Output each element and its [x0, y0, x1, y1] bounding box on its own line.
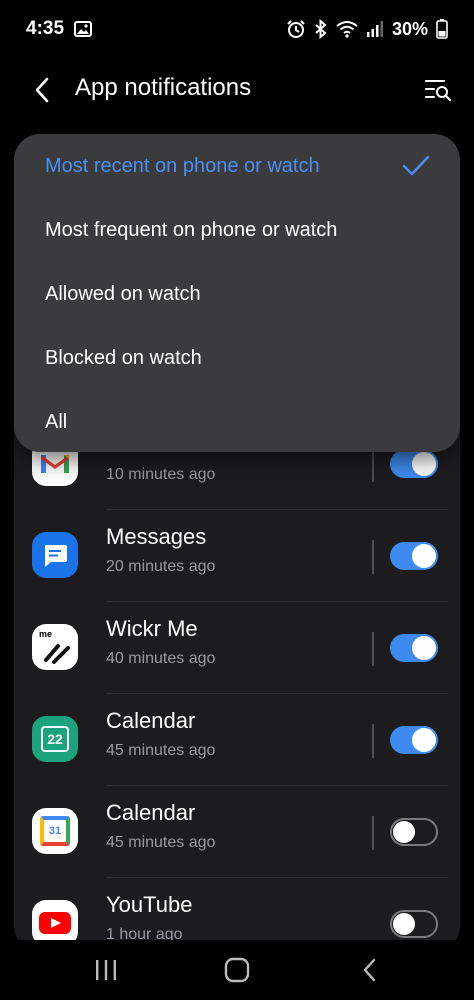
checkmark-icon [402, 155, 430, 176]
row-separator [372, 816, 374, 850]
battery-icon [436, 19, 448, 39]
toggle-knob [412, 452, 436, 476]
status-bar: 4:35 30% [0, 0, 474, 58]
dropdown-option-allowed[interactable]: Allowed on watch [45, 262, 201, 326]
notification-toggle[interactable] [390, 450, 438, 478]
dropdown-option-most-recent[interactable]: Most recent on phone or watch [45, 134, 320, 198]
row-separator [372, 540, 374, 574]
wifi-icon [336, 20, 358, 38]
notification-toggle[interactable] [390, 910, 438, 938]
messages-icon [32, 532, 78, 578]
notification-toggle[interactable] [390, 726, 438, 754]
toggle-knob [393, 913, 415, 935]
status-right: 30% [286, 19, 448, 40]
status-time: 4:35 [26, 18, 65, 39]
google-calendar-icon: 31 [32, 808, 78, 854]
dropdown-option-blocked[interactable]: Blocked on watch [45, 326, 202, 390]
row-separator [372, 724, 374, 758]
app-name: Calendar [106, 708, 196, 733]
wickr-icon-text: me [39, 629, 53, 639]
back-icon [363, 958, 376, 982]
app-name: Calendar [106, 800, 196, 825]
nav-back-button[interactable] [346, 952, 394, 988]
wickr-icon: me [32, 624, 78, 670]
toggle-knob [412, 544, 436, 568]
samsung-calendar-date: 22 [41, 726, 69, 752]
navigation-bar [0, 940, 474, 1000]
sort-dropdown-menu: Most recent on phone or watch Most frequ… [14, 134, 460, 452]
battery-percent: 30% [391, 18, 428, 39]
app-time: 45 minutes ago [106, 834, 216, 851]
app-row[interactable]: me Wickr Me 40 minutes ago [14, 602, 460, 694]
app-row[interactable]: 22 Calendar 45 minutes ago [14, 694, 460, 786]
row-separator [372, 448, 374, 482]
alarm-icon [286, 19, 306, 39]
notification-toggle[interactable] [390, 634, 438, 662]
back-button[interactable] [22, 70, 62, 110]
signal-icon [366, 20, 384, 38]
page-title: App notifications [75, 74, 252, 101]
app-time: 10 minutes ago [106, 466, 216, 483]
row-separator [372, 632, 374, 666]
notification-toggle[interactable] [390, 542, 438, 570]
dropdown-option-most-frequent[interactable]: Most frequent on phone or watch [45, 198, 337, 262]
app-time: 45 minutes ago [106, 742, 216, 759]
recents-button[interactable] [82, 952, 130, 988]
toggle-knob [412, 728, 436, 752]
filter-search-icon [425, 80, 451, 101]
filter-search-button[interactable] [416, 68, 460, 112]
samsung-calendar-icon: 22 [32, 716, 78, 762]
header: App notifications [0, 58, 474, 122]
recents-icon [96, 960, 116, 980]
dropdown-option-all[interactable]: All [45, 390, 67, 454]
back-arrow-icon [35, 77, 49, 103]
app-name: Wickr Me [106, 616, 198, 641]
home-icon [224, 957, 250, 983]
app-time: 40 minutes ago [106, 650, 216, 667]
home-button[interactable] [213, 952, 261, 988]
notification-toggle[interactable] [390, 818, 438, 846]
gallery-icon [74, 21, 93, 37]
app-name: Messages [106, 524, 207, 549]
google-calendar-date: 31 [40, 816, 70, 846]
bluetooth-icon [314, 19, 328, 39]
toggle-knob [393, 821, 415, 843]
status-left: 4:35 [26, 18, 93, 40]
toggle-knob [412, 636, 436, 660]
app-name: YouTube [106, 892, 193, 917]
app-time: 20 minutes ago [106, 558, 216, 575]
app-row[interactable]: Messages 20 minutes ago [14, 510, 460, 602]
app-row[interactable]: 31 Calendar 45 minutes ago [14, 786, 460, 878]
